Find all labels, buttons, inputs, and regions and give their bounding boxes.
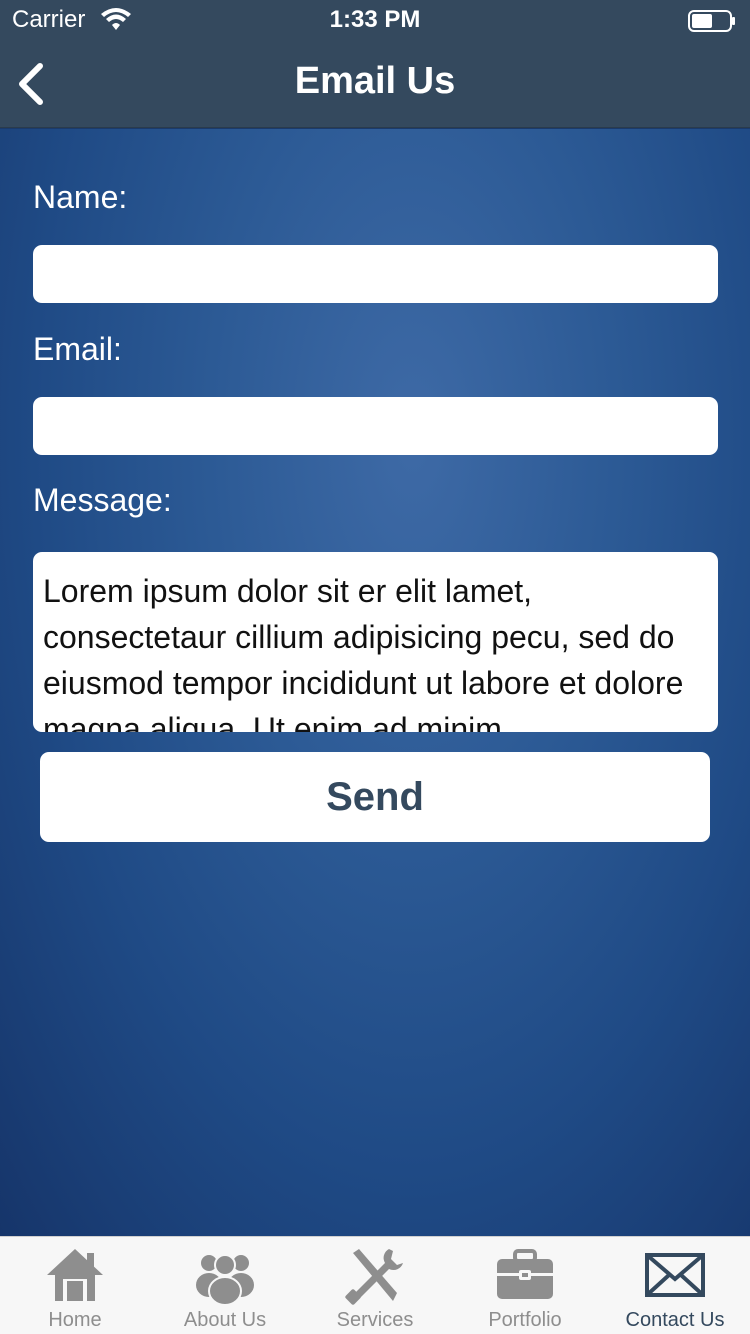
message-label: Message: xyxy=(33,482,172,518)
navigation-bar: Email Us xyxy=(0,40,750,128)
tab-portfolio[interactable]: Portfolio xyxy=(450,1237,600,1334)
name-label: Name: xyxy=(33,179,128,215)
tab-label: Services xyxy=(336,1309,414,1331)
tab-home[interactable]: Home xyxy=(0,1237,150,1334)
contact-form: Name: Email: Message: Lorem ipsum dolor … xyxy=(0,129,750,1236)
people-icon xyxy=(196,1254,254,1305)
page-title: Email Us xyxy=(294,60,456,102)
tab-contact-us[interactable]: Contact Us xyxy=(600,1237,750,1334)
tools-icon xyxy=(345,1249,403,1305)
home-icon xyxy=(47,1249,103,1301)
envelope-icon xyxy=(645,1253,705,1297)
message-textarea[interactable]: Lorem ipsum dolor sit er elit lamet, con… xyxy=(33,552,718,732)
status-time: 1:33 PM xyxy=(329,6,421,33)
tab-bar: Home About Us Services Portfolio Contact… xyxy=(0,1236,750,1334)
email-field[interactable] xyxy=(33,397,718,455)
battery-icon xyxy=(688,10,735,32)
name-field[interactable] xyxy=(33,245,718,303)
tab-about-us[interactable]: About Us xyxy=(150,1237,300,1334)
briefcase-icon xyxy=(497,1249,553,1299)
tab-label: Contact Us xyxy=(625,1309,725,1331)
tab-services[interactable]: Services xyxy=(300,1237,450,1334)
email-label: Email: xyxy=(33,331,122,367)
send-button[interactable]: Send xyxy=(40,752,710,842)
tab-label: Portfolio xyxy=(488,1309,562,1331)
status-bar: Carrier 1:33 PM xyxy=(0,0,750,40)
tab-label: About Us xyxy=(183,1309,267,1331)
tab-label: Home xyxy=(48,1309,102,1331)
